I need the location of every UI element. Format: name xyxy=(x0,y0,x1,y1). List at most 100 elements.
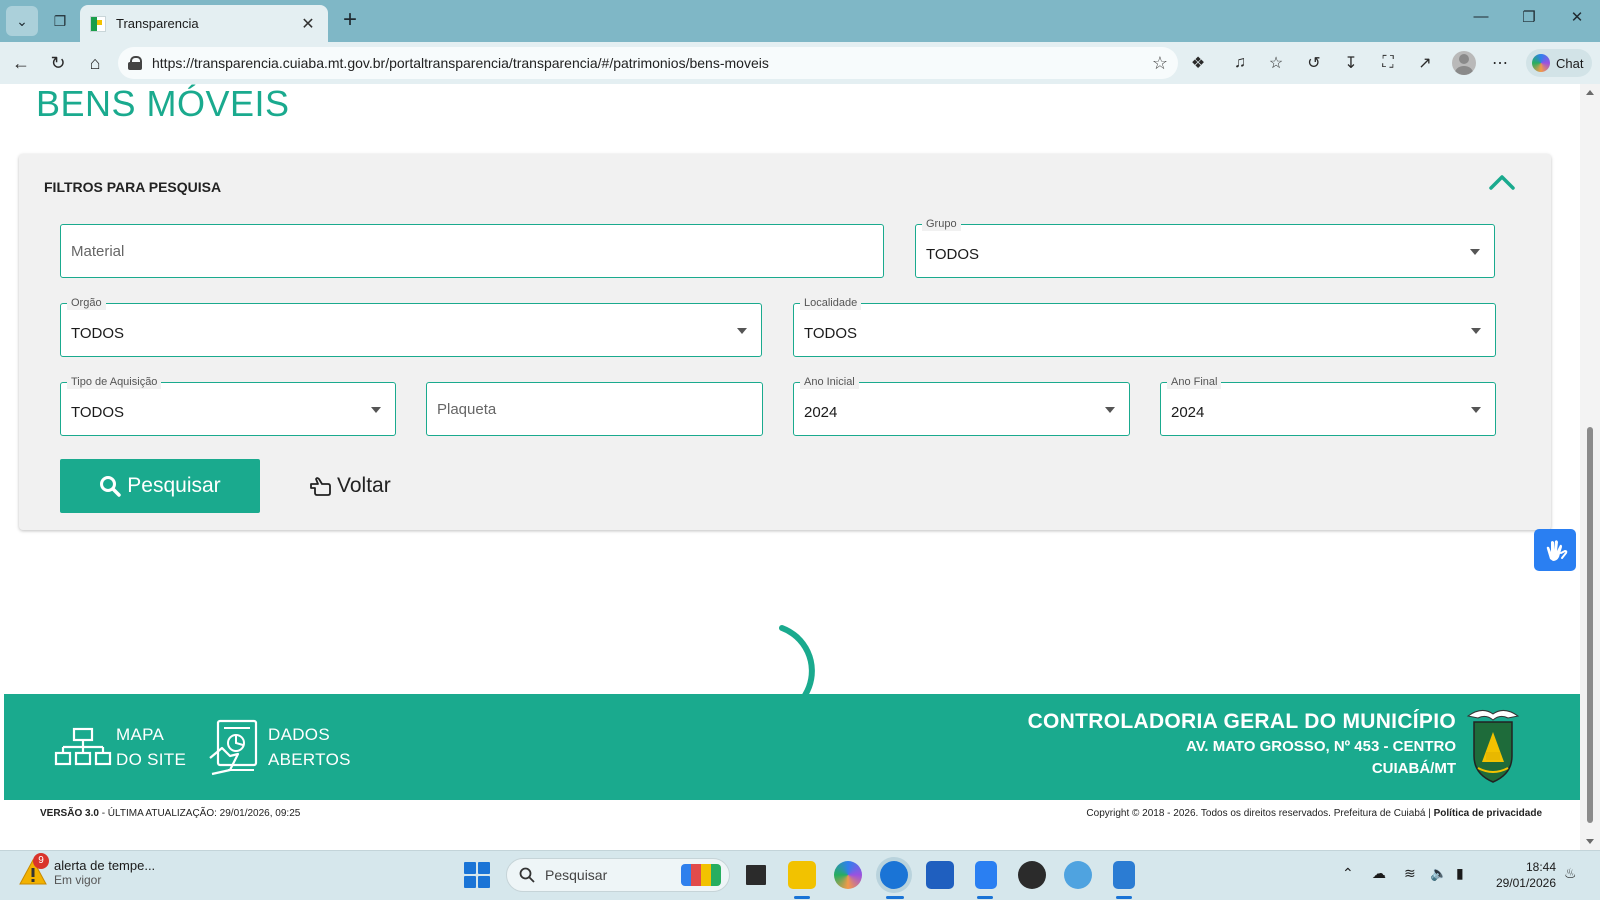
battery-icon[interactable]: ▮ xyxy=(1456,865,1464,882)
chat-label: Chat xyxy=(1556,55,1584,71)
footer-bottom-bar: VERSÃO 3.0 - ÚLTIMA ATUALIZAÇÃO: 29/01/2… xyxy=(4,800,1580,830)
notepad-running-indicator xyxy=(977,896,993,899)
orgao-label: Orgão xyxy=(67,296,106,310)
screenshot-icon[interactable]: ⛶ xyxy=(1376,51,1400,75)
plaqueta-placeholder: Plaqueta xyxy=(437,401,497,418)
show-hidden-icons-icon[interactable]: ⌃ xyxy=(1342,865,1354,882)
tab-actions-menu-icon[interactable]: ⌄ xyxy=(6,6,38,36)
scroll-up-icon[interactable] xyxy=(1586,90,1594,95)
restore-icon[interactable]: ❐ xyxy=(1514,8,1544,26)
more-options-icon[interactable]: ⋯ xyxy=(1488,51,1512,75)
taskbar-search-box[interactable]: Pesquisar xyxy=(506,858,730,892)
edge-running-indicator xyxy=(886,896,904,899)
clock-time: 18:44 xyxy=(1525,860,1556,874)
weather-alert-icon: 9 xyxy=(18,853,49,887)
browser-tab[interactable]: Transparencia ✕ xyxy=(80,5,328,42)
voice-recorder-icon[interactable] xyxy=(1018,861,1046,889)
address-bar[interactable]: https://transparencia.cuiaba.mt.gov.br/p… xyxy=(118,47,1178,79)
lock-icon[interactable] xyxy=(128,56,142,70)
new-tab-icon[interactable]: + xyxy=(336,8,364,32)
microsoft-store-icon[interactable] xyxy=(926,861,954,889)
chevron-up-icon[interactable] xyxy=(1487,172,1517,192)
back-button-label: Voltar xyxy=(337,474,391,497)
system-clock[interactable]: 18:44 29/01/2026 xyxy=(1496,859,1556,891)
favorites-icon[interactable]: ☆ xyxy=(1264,51,1288,75)
profile-avatar[interactable] xyxy=(1452,51,1476,75)
file-explorer-running-indicator xyxy=(794,896,810,899)
close-tab-icon[interactable]: ✕ xyxy=(298,14,318,34)
scroll-down-icon[interactable] xyxy=(1586,839,1594,844)
site-map-line2: DO SITE xyxy=(116,750,187,769)
version-number: VERSÃO 3.0 xyxy=(40,808,99,819)
ano-inicial-select[interactable]: Ano Inicial 2024 xyxy=(793,375,1130,436)
tab-title: Transparencia xyxy=(116,16,199,31)
grupo-label: Grupo xyxy=(922,217,961,231)
windows-start-icon[interactable] xyxy=(464,862,490,888)
copyright-info: Copyright © 2018 - 2026. Todos os direit… xyxy=(1086,808,1542,819)
url-text[interactable]: https://transparencia.cuiaba.mt.gov.br/p… xyxy=(152,55,1152,71)
back-button[interactable]: Voltar xyxy=(309,469,391,503)
weather-widget[interactable]: 9 alerta de tempe... Em vigor xyxy=(18,853,155,887)
home-icon[interactable]: ⌂ xyxy=(82,50,108,76)
grupo-select[interactable]: Grupo TODOS xyxy=(915,217,1495,278)
back-arrow-icon[interactable]: ← xyxy=(8,50,34,76)
orgao-select[interactable]: Orgão TODOS xyxy=(60,296,762,357)
site-map-link[interactable]: MAPA DO SITE xyxy=(54,722,186,772)
material-input[interactable]: Material xyxy=(60,224,884,278)
ano-final-select[interactable]: Ano Final 2024 xyxy=(1160,375,1496,436)
copyright-text: Copyright © 2018 - 2026. Todos os direit… xyxy=(1086,808,1434,819)
edge-browser-icon[interactable] xyxy=(880,861,908,889)
search-button[interactable]: Pesquisar xyxy=(60,459,260,513)
word-document-icon[interactable] xyxy=(1113,861,1135,889)
cuiaba-coat-of-arms-icon xyxy=(1466,710,1520,783)
open-data-icon xyxy=(209,719,258,776)
localidade-select[interactable]: Localidade TODOS xyxy=(793,296,1496,357)
copilot-chat-button[interactable]: Chat xyxy=(1526,49,1592,77)
organization-address: AV. MATO GROSSO, Nº 453 - CENTRO xyxy=(1186,738,1456,755)
open-data-link[interactable]: DADOS ABERTOS xyxy=(208,718,351,776)
close-window-icon[interactable]: ✕ xyxy=(1562,8,1592,26)
search-button-label: Pesquisar xyxy=(127,474,221,497)
media-icon[interactable]: ♫ xyxy=(1228,51,1252,75)
pointing-hand-icon xyxy=(310,477,331,496)
filters-heading: FILTROS PARA PESQUISA xyxy=(44,179,222,195)
favorite-star-icon[interactable]: ☆ xyxy=(1152,53,1168,74)
page-scrollbar[interactable] xyxy=(1580,84,1600,850)
tipo-aquisicao-label: Tipo de Aquisição xyxy=(67,375,162,389)
weather-subtitle: Em vigor xyxy=(54,872,102,887)
search-icon xyxy=(100,476,122,497)
sign-language-accessibility-button[interactable] xyxy=(1534,529,1576,571)
workspaces-icon[interactable]: ❐ xyxy=(44,6,76,36)
minimize-icon[interactable]: — xyxy=(1466,8,1496,25)
filters-panel: FILTROS PARA PESQUISA Material Grupo TOD… xyxy=(19,154,1551,530)
organization-city: CUIABÁ/MT xyxy=(1371,760,1456,777)
sitemap-icon xyxy=(54,727,112,766)
ano-final-label: Ano Final xyxy=(1167,375,1222,389)
history-icon[interactable]: ↺ xyxy=(1302,51,1326,75)
copilot-app-icon[interactable] xyxy=(834,861,862,889)
tipo-aquisicao-value: TODOS xyxy=(71,404,125,421)
version-info: VERSÃO 3.0 - ÚLTIMA ATUALIZAÇÃO: 29/01/2… xyxy=(40,808,300,819)
share-icon[interactable]: ↗ xyxy=(1413,51,1437,75)
organization-info: CONTROLADORIA GERAL DO MUNICÍPIO AV. MAT… xyxy=(1028,710,1456,778)
onedrive-icon[interactable]: ☁ xyxy=(1372,865,1386,882)
dropdown-arrow-icon xyxy=(1470,249,1480,255)
ano-final-value: 2024 xyxy=(1171,404,1205,421)
reload-icon[interactable]: ↻ xyxy=(45,50,71,76)
browser-tab-strip: ⌄ ❐ Transparencia ✕ + — ❐ ✕ xyxy=(0,0,1600,42)
scroll-thumb[interactable] xyxy=(1587,427,1593,823)
notepad-icon[interactable] xyxy=(975,861,997,889)
wifi-icon[interactable]: ≋ xyxy=(1404,865,1416,882)
task-view-icon[interactable] xyxy=(742,861,770,889)
maps-app-icon[interactable] xyxy=(1064,861,1092,889)
plaqueta-input[interactable]: Plaqueta xyxy=(426,382,763,436)
privacy-policy-link[interactable]: Política de privacidade xyxy=(1434,808,1542,819)
tipo-aquisicao-select[interactable]: Tipo de Aquisição TODOS xyxy=(60,375,396,436)
search-icon xyxy=(519,867,535,883)
notifications-bell-icon[interactable]: ♨ xyxy=(1564,865,1577,882)
volume-icon[interactable]: 🔈 xyxy=(1430,865,1447,882)
file-explorer-icon[interactable] xyxy=(788,861,816,889)
extensions-icon[interactable]: ❖ xyxy=(1186,51,1210,75)
downloads-icon[interactable]: ↧ xyxy=(1339,51,1363,75)
dropdown-arrow-icon xyxy=(1105,407,1115,413)
